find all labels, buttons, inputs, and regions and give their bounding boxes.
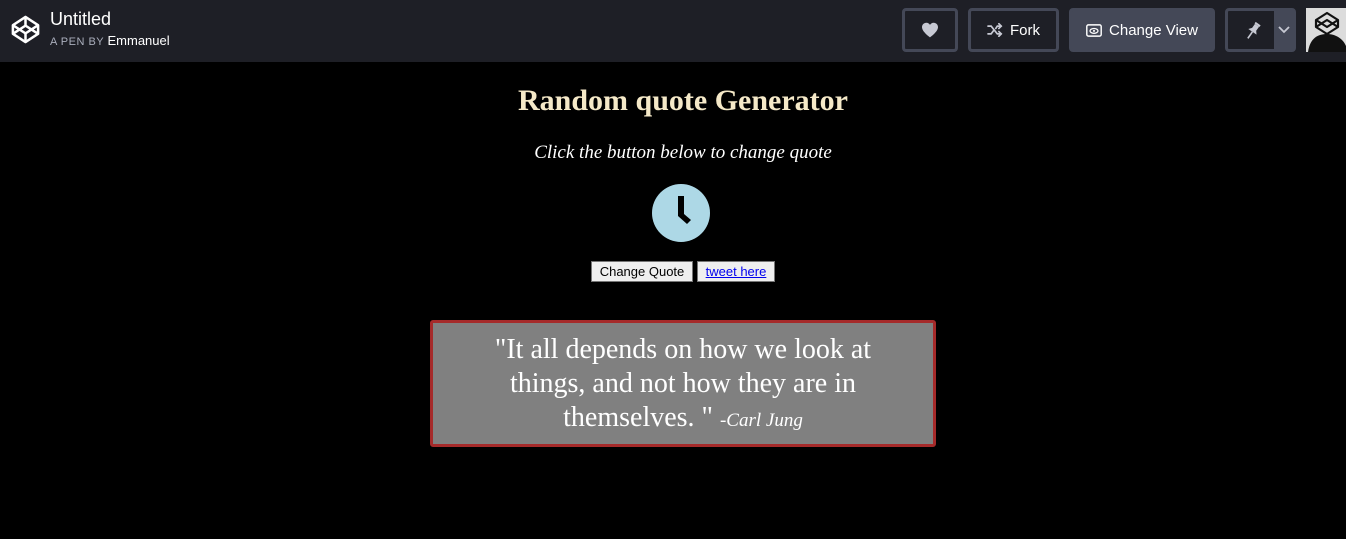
page-title: Random quote Generator	[518, 84, 848, 117]
fork-button[interactable]: Fork	[968, 8, 1059, 52]
top-bar: Untitled A PEN BY Emmanuel Fork Change V…	[0, 0, 1346, 62]
pen-title[interactable]: Untitled	[50, 9, 111, 30]
avatar-image	[1306, 8, 1346, 52]
instruction-text: Click the button below to change quote	[534, 142, 832, 163]
tweet-link[interactable]: tweet here	[706, 264, 767, 279]
codepen-logo-icon[interactable]	[10, 14, 41, 45]
chevron-down-icon	[1278, 26, 1290, 34]
fork-label: Fork	[1010, 21, 1040, 39]
change-view-button[interactable]: Change View	[1069, 8, 1215, 52]
quote-author: -Carl Jung	[719, 410, 803, 431]
change-view-label: Change View	[1109, 21, 1198, 39]
heart-button[interactable]	[902, 8, 958, 52]
author-link[interactable]: Emmanuel	[108, 33, 170, 48]
eye-icon	[1086, 23, 1102, 37]
tweet-button[interactable]: tweet here	[697, 261, 775, 282]
pin-dropdown-toggle[interactable]	[1274, 11, 1294, 49]
clock-icon	[652, 184, 710, 242]
pen-author-line: A PEN BY Emmanuel	[50, 33, 170, 48]
quote-box: "It all depends on how we look at things…	[430, 320, 936, 447]
pen-preview: Random quote Generator Click the button …	[0, 62, 1346, 539]
quote-text: "It all depends on how we look at things…	[494, 334, 872, 433]
pin-button-group	[1225, 8, 1296, 52]
pin-icon[interactable]	[1242, 20, 1264, 42]
heart-icon	[922, 22, 938, 38]
change-quote-button[interactable]: Change Quote	[591, 261, 693, 282]
pen-by-label: A PEN BY	[50, 36, 104, 48]
fork-icon	[987, 23, 1003, 37]
avatar[interactable]	[1306, 8, 1346, 52]
